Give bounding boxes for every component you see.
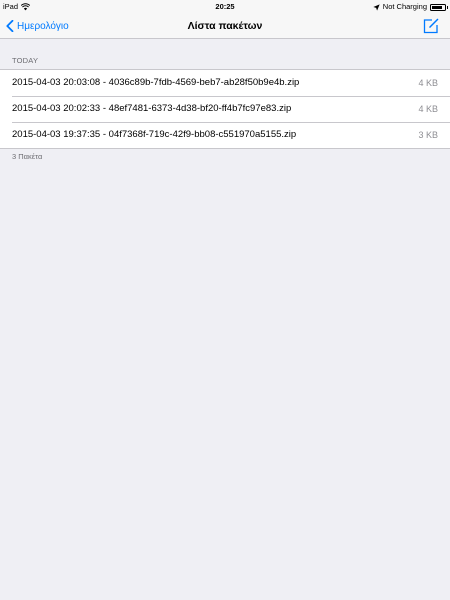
charging-status: Not Charging [382, 2, 427, 11]
package-size: 4 KB [418, 104, 438, 114]
battery-level [432, 5, 443, 9]
package-name: 2015-04-03 20:03:08 - 4036c89b-7fdb-4569… [12, 77, 300, 88]
chevron-left-icon [6, 20, 14, 32]
package-size: 3 KB [418, 130, 438, 140]
package-size: 4 KB [418, 78, 438, 88]
package-name: 2015-04-03 19:37:35 - 04f7368f-719c-42f9… [12, 129, 297, 140]
section-header: TODAY [12, 56, 39, 65]
battery-tip [446, 6, 448, 9]
package-count: 3 Πακέτα [12, 152, 43, 161]
table-row[interactable]: 2015-04-03 20:03:08 - 4036c89b-7fdb-4569… [0, 70, 450, 96]
package-name: 2015-04-03 20:02:33 - 48ef7481-6373-4d38… [12, 103, 292, 114]
table-row[interactable]: 2015-04-03 19:37:35 - 04f7368f-719c-42f9… [0, 122, 450, 148]
table-row[interactable]: 2015-04-03 20:02:33 - 48ef7481-6373-4d38… [0, 96, 450, 122]
navigation-bar: Ημερολόγιο Λίστα πακέτων [0, 14, 450, 39]
back-button-label: Ημερολόγιο [17, 20, 69, 32]
back-button[interactable]: Ημερολόγιο [6, 17, 69, 35]
compose-icon[interactable] [422, 17, 440, 35]
status-right: Not Charging [373, 0, 448, 14]
location-arrow-icon [373, 3, 380, 11]
battery-icon [430, 3, 448, 11]
status-bar: iPad 20:25 Not Charging [0, 0, 450, 14]
page-title: Λίστα πακέτων [187, 20, 263, 32]
package-table: 2015-04-03 20:03:08 - 4036c89b-7fdb-4569… [0, 69, 450, 149]
